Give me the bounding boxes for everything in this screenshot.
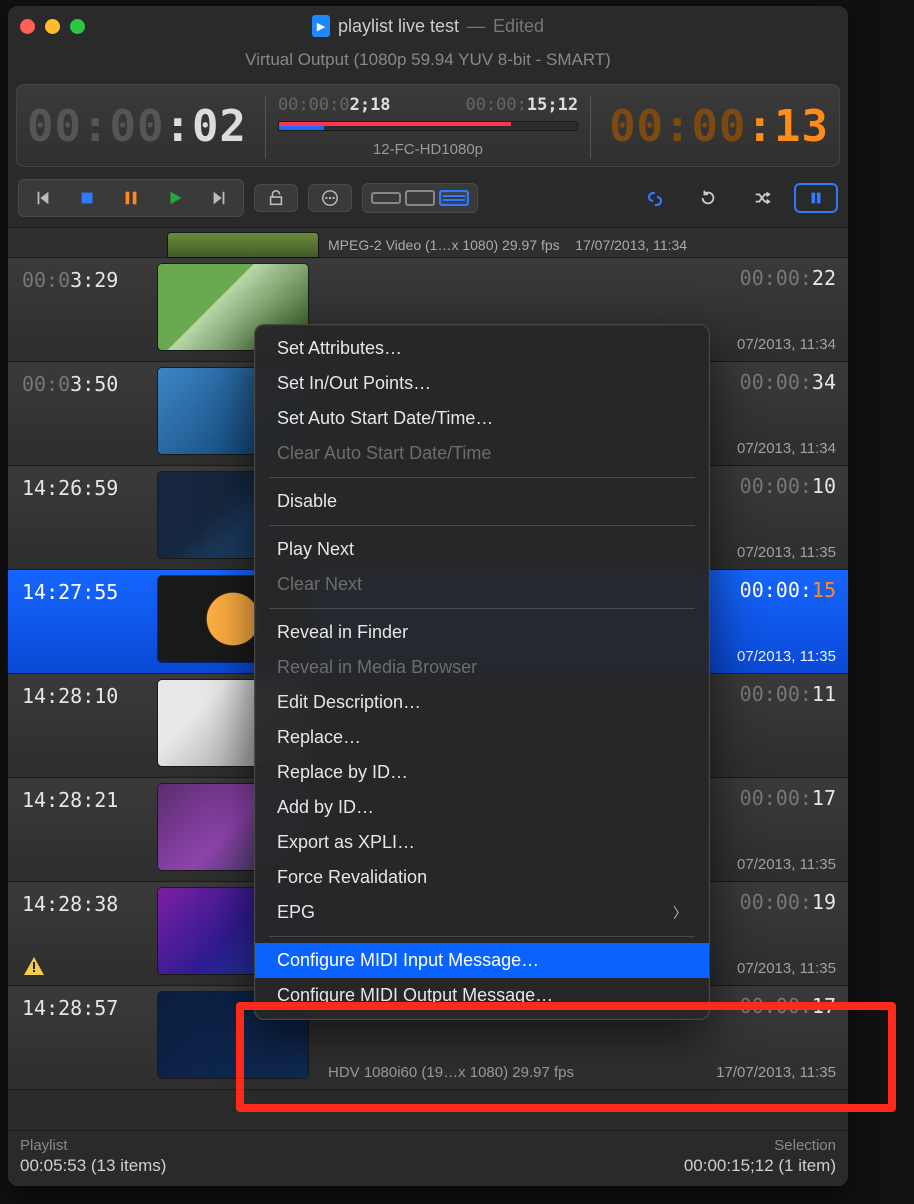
menu-item[interactable]: Set Attributes… bbox=[255, 331, 709, 366]
start-time: 00:03:29 bbox=[8, 258, 158, 361]
remaining-timecode: 00:00:13 bbox=[597, 101, 829, 152]
chevron-right-icon: 〉 bbox=[673, 903, 687, 923]
medium-view-icon[interactable] bbox=[405, 190, 435, 206]
menu-item: Clear Auto Start Date/Time bbox=[255, 436, 709, 471]
progress-bar[interactable] bbox=[278, 121, 578, 131]
context-menu[interactable]: Set Attributes…Set In/Out Points…Set Aut… bbox=[254, 324, 710, 1020]
window-controls bbox=[20, 19, 85, 34]
date-label: 17/07/2013, 11:34 bbox=[575, 237, 687, 253]
shuffle-icon bbox=[753, 189, 771, 207]
menu-item[interactable]: Edit Description… bbox=[255, 685, 709, 720]
duration: 00:00:19 bbox=[740, 890, 836, 914]
duration: 00:00:22 bbox=[740, 266, 836, 290]
start-time: 00:03:50 bbox=[8, 362, 158, 465]
reload-icon bbox=[699, 189, 717, 207]
menu-item: Clear Next bbox=[255, 567, 709, 602]
zoom-icon[interactable] bbox=[70, 19, 85, 34]
menu-item[interactable]: EPG〉 bbox=[255, 895, 709, 930]
shuffle-button[interactable] bbox=[740, 184, 784, 212]
status-bar: Playlist 00:05:53 (13 items) Selection 0… bbox=[8, 1130, 848, 1186]
large-view-icon[interactable] bbox=[439, 190, 469, 206]
menu-item[interactable]: Replace by ID… bbox=[255, 755, 709, 790]
date-label: 07/2013, 11:35 bbox=[737, 648, 836, 665]
link-icon bbox=[645, 189, 663, 207]
output-subtitle: Virtual Output (1080p 59.94 YUV 8-bit - … bbox=[8, 46, 848, 84]
timecode-panel: 00:00:02 00:00:02;18 00:00:15;12 12-FC-H… bbox=[16, 84, 840, 167]
play-button[interactable] bbox=[153, 184, 197, 212]
menu-item[interactable]: Reveal in Finder bbox=[255, 615, 709, 650]
pause-button[interactable] bbox=[109, 184, 153, 212]
list-item-partial[interactable]: MPEG-2 Video (1…x 1080) 29.97 fps 17/07/… bbox=[8, 228, 848, 258]
playlist-total: 00:05:53 (13 items) bbox=[20, 1156, 166, 1176]
app-window: ▶ playlist live test — Edited Virtual Ou… bbox=[8, 6, 848, 1186]
prev-button[interactable] bbox=[21, 184, 65, 212]
menu-item[interactable]: Export as XPLI… bbox=[255, 825, 709, 860]
document-name: playlist live test bbox=[338, 16, 459, 37]
menu-item: Reveal in Media Browser bbox=[255, 650, 709, 685]
close-icon[interactable] bbox=[20, 19, 35, 34]
unlock-icon bbox=[267, 189, 285, 207]
menu-item[interactable]: Disable bbox=[255, 484, 709, 519]
date-label: 07/2013, 11:34 bbox=[737, 336, 836, 353]
ellipsis-icon bbox=[321, 189, 339, 207]
menu-item[interactable]: Set Auto Start Date/Time… bbox=[255, 401, 709, 436]
start-time: 14:28:57 bbox=[8, 986, 158, 1089]
compact-view-icon[interactable] bbox=[371, 192, 401, 204]
link-button[interactable] bbox=[632, 184, 676, 212]
menu-item[interactable]: Set In/Out Points… bbox=[255, 366, 709, 401]
start-time: 14:28:21 bbox=[8, 778, 158, 881]
menu-item[interactable]: Configure MIDI Input Message… bbox=[255, 943, 709, 978]
document-icon: ▶ bbox=[312, 15, 330, 37]
menu-item[interactable]: Add by ID… bbox=[255, 790, 709, 825]
menu-item[interactable]: Play Next bbox=[255, 532, 709, 567]
duration: 00:00:15 bbox=[740, 578, 836, 602]
elapsed-timecode: 00:00:02 bbox=[27, 101, 259, 152]
transport-group bbox=[18, 179, 244, 217]
menu-item[interactable]: Replace… bbox=[255, 720, 709, 755]
stop-button[interactable] bbox=[65, 184, 109, 212]
date-label: 07/2013, 11:35 bbox=[737, 960, 836, 977]
reload-button[interactable] bbox=[686, 184, 730, 212]
duration: 00:00:34 bbox=[740, 370, 836, 394]
more-button[interactable] bbox=[308, 184, 352, 212]
next-button[interactable] bbox=[197, 184, 241, 212]
clip-progress: 00:00:02;18 00:00:15;12 12-FC-HD1080p bbox=[265, 95, 591, 158]
playlist-label: Playlist bbox=[20, 1137, 166, 1154]
duration: 00:00:10 bbox=[740, 474, 836, 498]
start-time: 14:28:10 bbox=[8, 674, 158, 777]
current-clip-name: 12-FC-HD1080p bbox=[278, 141, 578, 158]
lock-button[interactable] bbox=[254, 184, 298, 212]
codec-label: MPEG-2 Video (1…x 1080) 29.97 fps bbox=[328, 237, 560, 253]
duration: 00:00:17 bbox=[740, 994, 836, 1018]
window-title: ▶ playlist live test — Edited bbox=[8, 15, 848, 37]
date-label: 07/2013, 11:35 bbox=[737, 856, 836, 873]
pause-icon bbox=[807, 189, 825, 207]
date-label: 07/2013, 11:34 bbox=[737, 440, 836, 457]
duration: 00:00:17 bbox=[740, 786, 836, 810]
edited-label: Edited bbox=[493, 16, 544, 37]
duration: 00:00:11 bbox=[740, 682, 836, 706]
date-label: 17/07/2013, 11:35 bbox=[716, 1064, 836, 1081]
warning-icon bbox=[24, 957, 44, 975]
menu-item[interactable]: Configure MIDI Output Message… bbox=[255, 978, 709, 1013]
chain-pause-button[interactable] bbox=[794, 183, 838, 213]
start-time: 14:28:38 bbox=[8, 882, 158, 985]
view-mode-toggle[interactable] bbox=[362, 183, 478, 213]
codec-label: HDV 1080i60 (19…x 1080) 29.97 fps bbox=[328, 1064, 574, 1081]
transport-toolbar bbox=[8, 173, 848, 227]
date-label: 07/2013, 11:35 bbox=[737, 544, 836, 561]
minimize-icon[interactable] bbox=[45, 19, 60, 34]
titlebar: ▶ playlist live test — Edited bbox=[8, 6, 848, 46]
selection-total: 00:00:15;12 (1 item) bbox=[684, 1156, 836, 1176]
menu-item[interactable]: Force Revalidation bbox=[255, 860, 709, 895]
start-time: 14:26:59 bbox=[8, 466, 158, 569]
start-time: 14:27:55 bbox=[8, 570, 158, 673]
selection-label: Selection bbox=[684, 1137, 836, 1154]
